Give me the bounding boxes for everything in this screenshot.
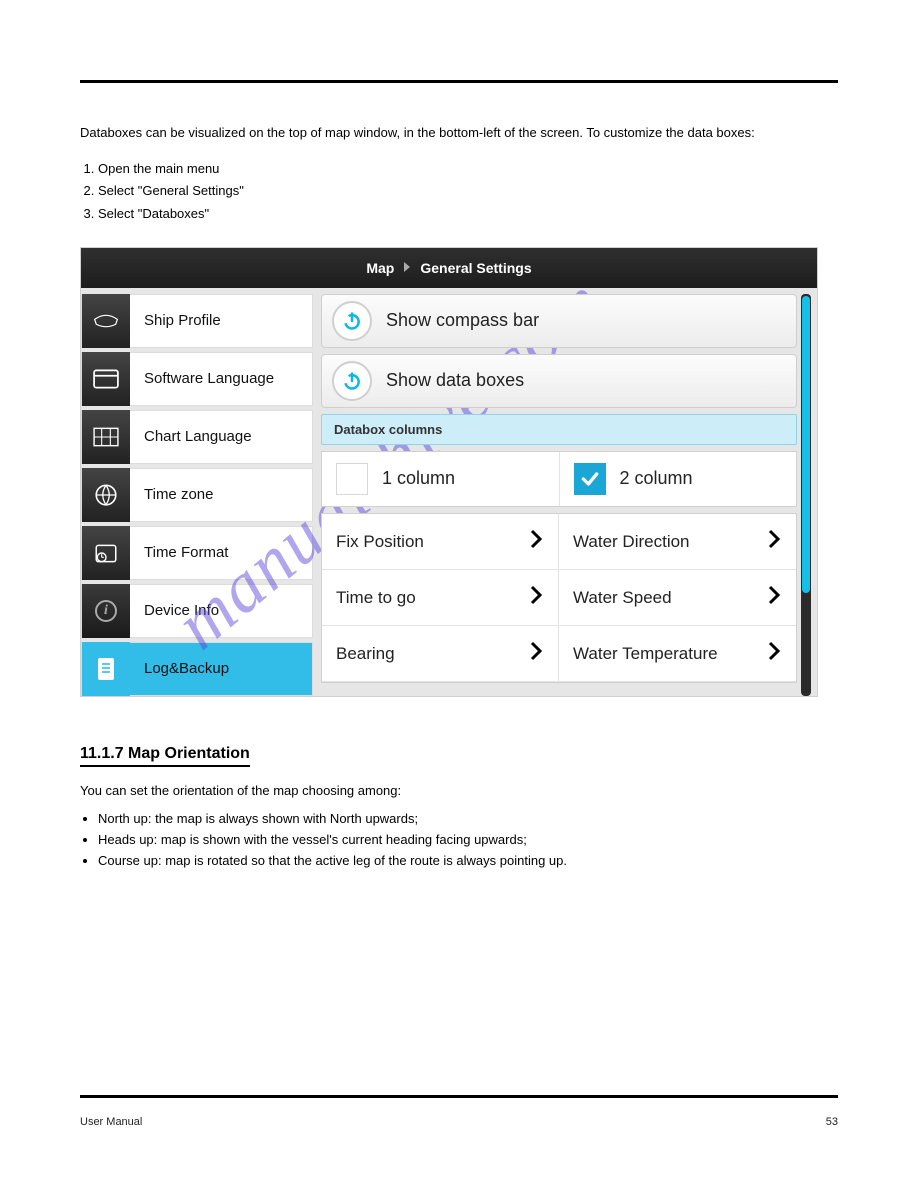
toggle-show-data-boxes[interactable]: Show data boxes bbox=[321, 354, 797, 408]
timezone-icon bbox=[82, 468, 130, 522]
databox-water-temperature[interactable]: Water Temperature bbox=[559, 626, 796, 682]
databox-label: Time to go bbox=[336, 588, 416, 608]
step-1: Open the main menu bbox=[98, 159, 838, 180]
databox-water-direction[interactable]: Water Direction bbox=[559, 514, 796, 570]
chevron-right-icon bbox=[402, 260, 412, 276]
bullet-north-up: North up: the map is always shown with N… bbox=[98, 809, 838, 830]
checkbox-checked-icon bbox=[574, 463, 606, 495]
checkbox-unchecked-icon bbox=[336, 463, 368, 495]
option-label: 1 column bbox=[382, 468, 455, 489]
chevron-right-icon bbox=[766, 529, 782, 554]
sidebar-item-ship-profile[interactable]: Ship Profile bbox=[81, 294, 313, 348]
chevron-right-icon bbox=[528, 529, 544, 554]
section-text: You can set the orientation of the map c… bbox=[80, 781, 838, 801]
bullet-course-up: Course up: map is rotated so that the ac… bbox=[98, 851, 838, 872]
databox-columns-header: Databox columns bbox=[321, 414, 797, 445]
option-1-column[interactable]: 1 column bbox=[322, 452, 560, 506]
option-label: 2 column bbox=[620, 468, 693, 489]
log-icon bbox=[82, 642, 130, 696]
databox-label: Water Direction bbox=[573, 532, 690, 552]
databox-label: Water Speed bbox=[573, 588, 672, 608]
timeformat-icon bbox=[82, 526, 130, 580]
chevron-right-icon bbox=[766, 641, 782, 666]
main-panel: Show compass bar Show data boxes Databox… bbox=[321, 294, 811, 696]
info-icon: i bbox=[82, 584, 130, 638]
databox-label: Bearing bbox=[336, 644, 395, 664]
section-bullets: North up: the map is always shown with N… bbox=[98, 809, 838, 871]
breadcrumb-map[interactable]: Map bbox=[366, 260, 394, 276]
databox-water-speed[interactable]: Water Speed bbox=[559, 570, 796, 626]
sidebar-item-time-format[interactable]: Time Format bbox=[81, 526, 313, 580]
scroll-thumb[interactable] bbox=[802, 296, 810, 593]
databox-bearing[interactable]: Bearing bbox=[322, 626, 559, 682]
step-2: Select "General Settings" bbox=[98, 181, 838, 202]
chart-lang-icon bbox=[82, 410, 130, 464]
toggle-label: Show data boxes bbox=[386, 370, 524, 391]
screenshot-frame: manualshive.com Map General Settings Shi… bbox=[80, 247, 818, 697]
databox-fix-position[interactable]: Fix Position bbox=[322, 514, 559, 570]
databox-column-selector: 1 column 2 column bbox=[321, 451, 797, 507]
databox-label: Water Temperature bbox=[573, 644, 718, 664]
sidebar-item-label: Time Format bbox=[130, 544, 228, 561]
sidebar-item-label: Chart Language bbox=[130, 428, 252, 445]
sidebar-item-time-zone[interactable]: Time zone bbox=[81, 468, 313, 522]
option-2-column[interactable]: 2 column bbox=[560, 452, 797, 506]
scrollbar[interactable] bbox=[801, 294, 811, 696]
sidebar-item-label: Device Info bbox=[130, 602, 219, 619]
databox-label: Fix Position bbox=[336, 532, 424, 552]
section-heading: 11.1.7 Map Orientation bbox=[80, 745, 250, 767]
footer-left: User Manual bbox=[80, 1116, 142, 1128]
toggle-show-compass-bar[interactable]: Show compass bar bbox=[321, 294, 797, 348]
breadcrumb-general-settings[interactable]: General Settings bbox=[420, 260, 531, 276]
power-icon bbox=[332, 301, 372, 341]
sidebar-item-label: Software Language bbox=[130, 370, 274, 387]
step-3: Select "Databoxes" bbox=[98, 204, 838, 225]
databox-grid: Fix Position Water Direction Time to go … bbox=[321, 513, 797, 683]
intro-text: Databoxes can be visualized on the top o… bbox=[80, 123, 838, 143]
chevron-right-icon bbox=[528, 585, 544, 610]
bullet-heads-up: Heads up: map is shown with the vessel's… bbox=[98, 830, 838, 851]
footer-right: 53 bbox=[826, 1116, 838, 1128]
sidebar-item-label: Time zone bbox=[130, 486, 213, 503]
toggle-label: Show compass bar bbox=[386, 310, 539, 331]
power-icon bbox=[332, 361, 372, 401]
sidebar-item-device-info[interactable]: i Device Info bbox=[81, 584, 313, 638]
steps-list: Open the main menu Select "General Setti… bbox=[98, 159, 838, 225]
breadcrumb: Map General Settings bbox=[81, 248, 817, 288]
chevron-right-icon bbox=[528, 641, 544, 666]
sidebar-item-label: Log&Backup bbox=[130, 660, 229, 677]
sidebar-item-label: Ship Profile bbox=[130, 312, 221, 329]
sidebar-item-chart-language[interactable]: Chart Language bbox=[81, 410, 313, 464]
sidebar-item-log-backup[interactable]: Log&Backup bbox=[81, 642, 313, 696]
chevron-right-icon bbox=[766, 585, 782, 610]
sidebar: Ship Profile Software Language Chart Lan… bbox=[81, 294, 313, 696]
sidebar-item-software-language[interactable]: Software Language bbox=[81, 352, 313, 406]
window-icon bbox=[82, 352, 130, 406]
ship-icon bbox=[82, 294, 130, 348]
databox-time-to-go[interactable]: Time to go bbox=[322, 570, 559, 626]
